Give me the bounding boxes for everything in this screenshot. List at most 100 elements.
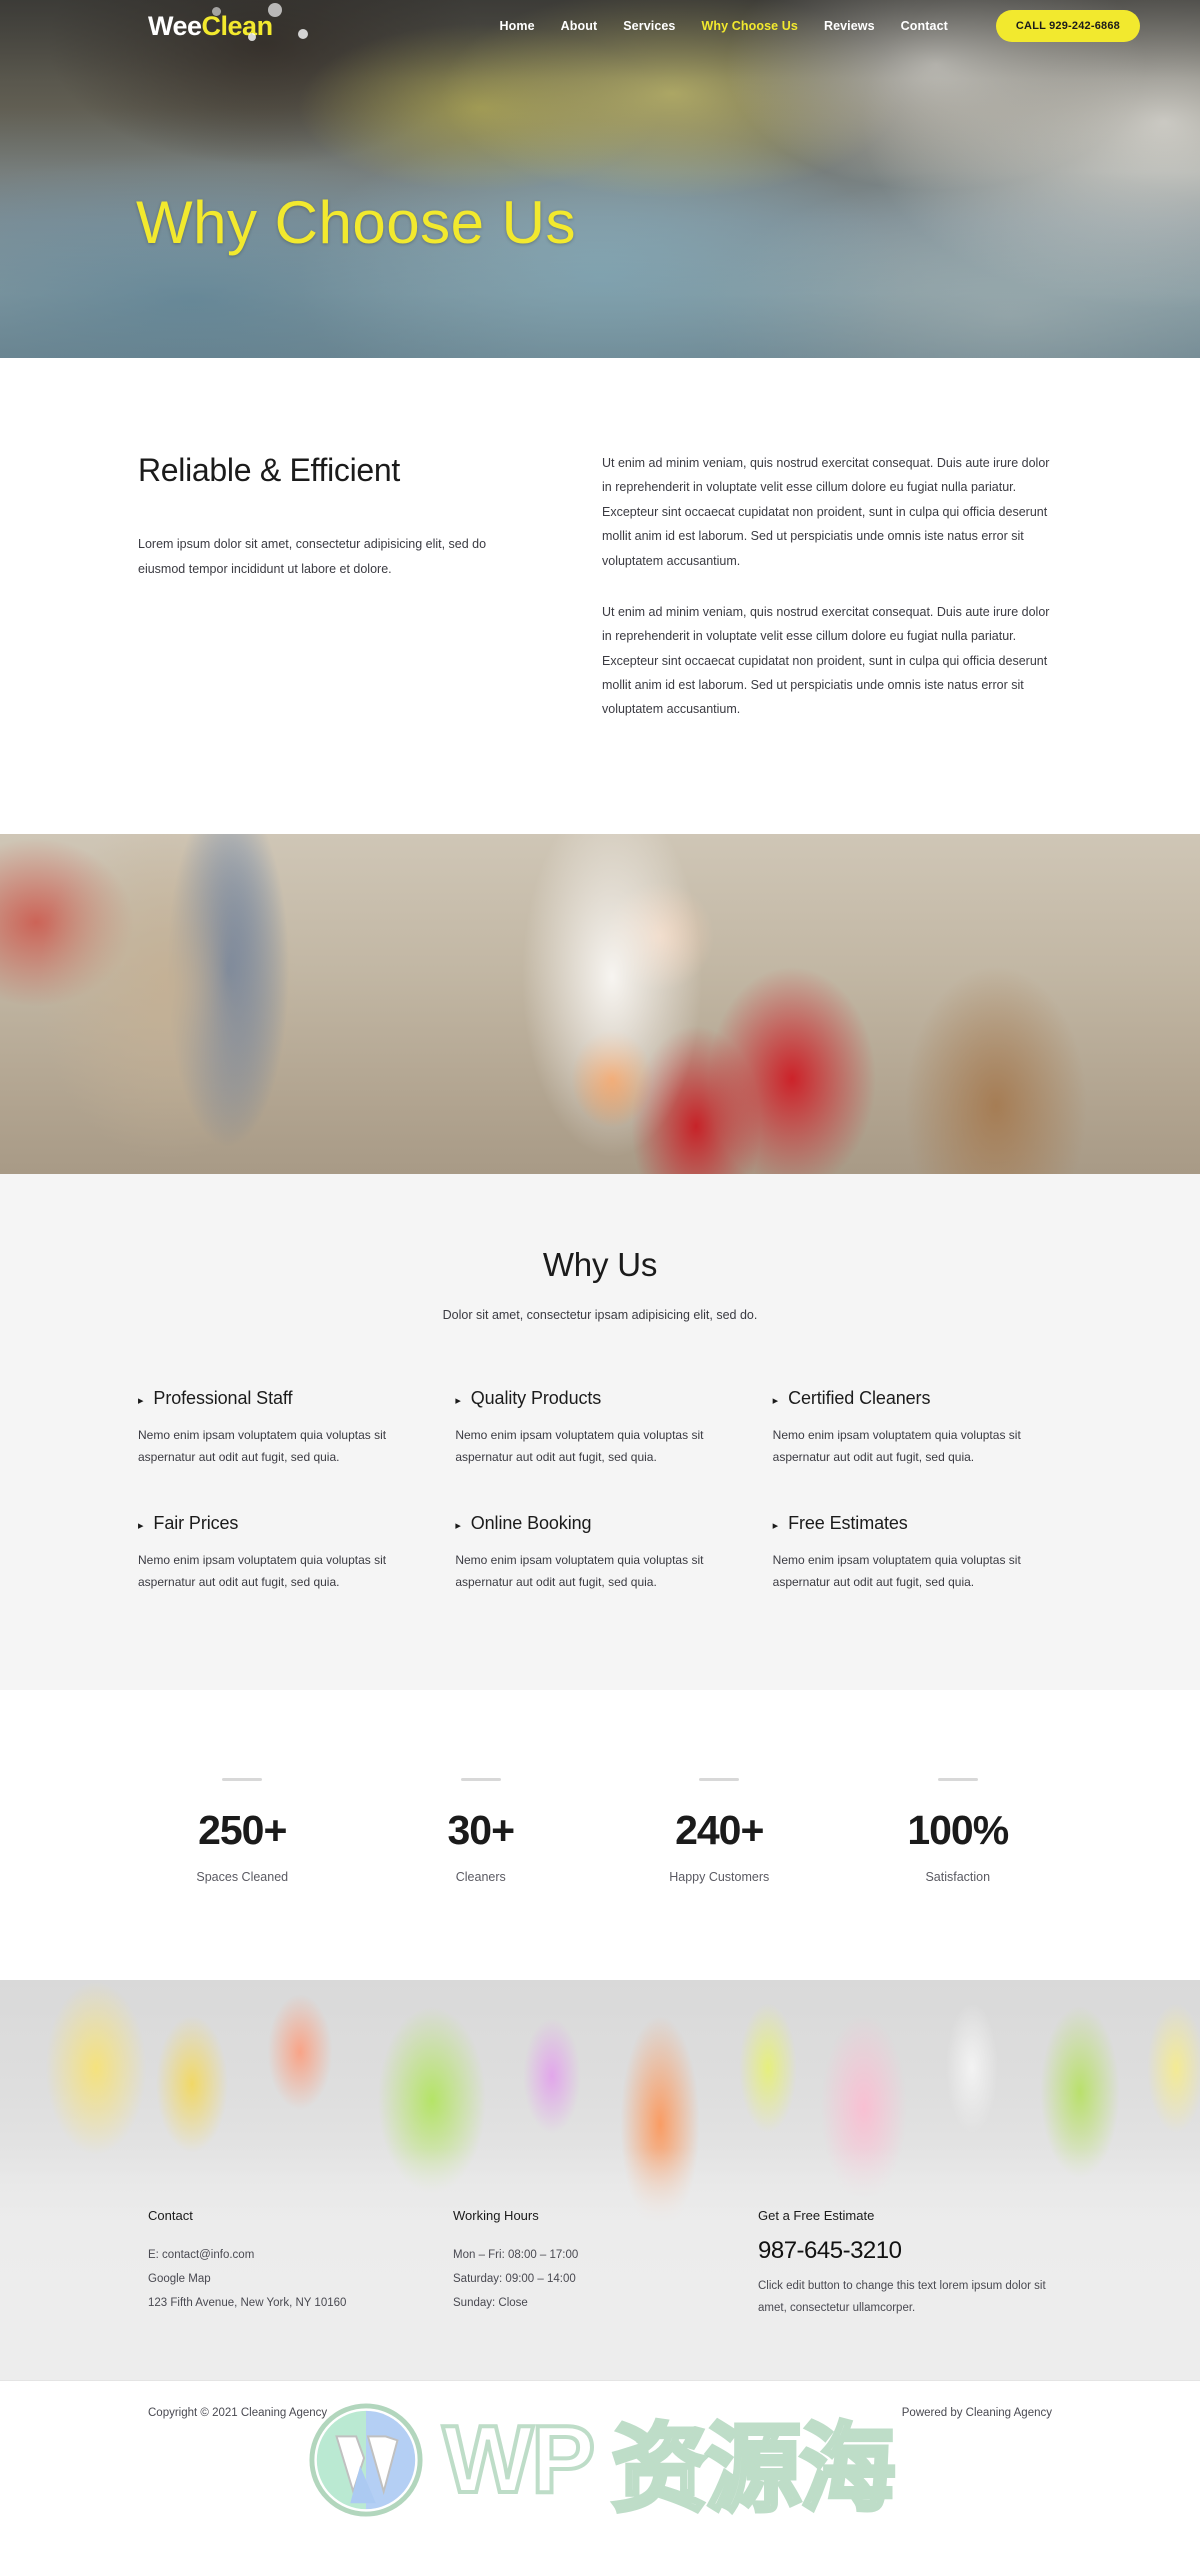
feature-title: Fair Prices [153,1513,239,1534]
call-phone-button[interactable]: CALL 929-242-6868 [995,10,1140,42]
feature-heading: ▸ Fair Prices [138,1513,388,1534]
caret-right-icon: ▸ [138,1394,144,1407]
hero-section: WeeClean Home About Services Why Choose … [0,0,1200,358]
feature-item: ▸ Online Booking Nemo enim ipsam volupta… [455,1513,705,1593]
worker-photo [0,833,1200,1174]
stat-divider [937,1777,978,1781]
feature-title: Online Booking [470,1513,592,1534]
hero-background-image [0,0,1200,358]
footer-background-image [0,1979,1200,2380]
nav-item-why-choose-us[interactable]: Why Choose Us [701,19,797,33]
nav-item-home[interactable]: Home [500,19,535,33]
stat-value: 100% [907,1806,1009,1853]
why-us-heading: Why Us [542,1245,658,1283]
footer-address: 123 Fifth Avenue, New York, NY 10160 [148,2296,347,2309]
footer-hours-sunday: Sunday: Close [453,2296,528,2309]
stat-value: 250+ [198,1806,287,1853]
why-us-subheading: Dolor sit amet, consectetur ipsam adipis… [442,1307,758,1322]
stat-label: Cleaners [455,1869,506,1884]
nav-item-contact[interactable]: Contact [901,19,948,33]
feature-text: Nemo enim ipsam voluptatem quia voluptas… [138,1553,387,1590]
intro-paragraph-2: Ut enim ad minim veniam, quis nostrud ex… [602,604,1050,717]
nav-links: Home About Services Why Choose Us Review… [500,10,1140,42]
footer-contact-column: Contact E: contact@info.com Google Map 1… [148,2208,453,2320]
footer-contact-body: E: contact@info.com Google Map 123 Fifth… [148,2243,453,2315]
feature-text: Nemo enim ipsam voluptatem quia voluptas… [138,1427,387,1464]
footer-estimate-note: Click edit button to change this text lo… [758,2279,1046,2314]
feature-title: Quality Products [470,1387,602,1408]
feature-heading: ▸ Certified Cleaners [773,1388,1023,1409]
copyright-bar: Copyright © 2021 Cleaning Agency Powered… [0,2379,1200,2447]
caret-right-icon: ▸ [138,1520,144,1533]
powered-by-text: Powered by Cleaning Agency [901,2406,1052,2419]
copyright-text: Copyright © 2021 Cleaning Agency [148,2406,328,2419]
feature-heading: ▸ Free Estimates [773,1513,1023,1534]
stats-section: 250+ Spaces Cleaned 30+ Cleaners 240+ Ha… [123,1689,1077,1980]
caret-right-icon: ▸ [455,1394,461,1407]
site-logo[interactable]: WeeClean [148,2,308,42]
footer-hours-weekday: Mon – Fri: 08:00 – 17:00 [453,2248,579,2261]
stat-divider [222,1777,263,1781]
feature-text: Nemo enim ipsam voluptatem quia voluptas… [455,1553,704,1590]
logo-bubble-icon [298,28,308,39]
footer-phone-number[interactable]: 987-645-3210 [758,2237,1088,2265]
footer-hours-saturday: Saturday: 09:00 – 14:00 [453,2272,576,2285]
stat-item: 30+ Cleaners [362,1777,601,1884]
caret-right-icon: ▸ [772,1394,779,1407]
caret-right-icon: ▸ [772,1520,779,1533]
feature-item: ▸ Quality Products Nemo enim ipsam volup… [455,1388,705,1468]
main-navigation: WeeClean Home About Services Why Choose … [0,0,1200,52]
intro-right-column: Ut enim ad minim veniam, quis nostrud ex… [602,451,1062,722]
feature-text: Nemo enim ipsam voluptatem quia voluptas… [772,1553,1021,1590]
feature-item: ▸ Free Estimates Nemo enim ipsam volupta… [773,1513,1023,1593]
footer-email[interactable]: E: contact@info.com [148,2243,453,2267]
footer-estimate-heading: Get a Free Estimate [758,2207,875,2223]
stat-value: 30+ [447,1806,515,1853]
footer-contact-heading: Contact [148,2207,193,2223]
feature-title: Free Estimates [788,1513,908,1534]
nav-item-reviews[interactable]: Reviews [824,19,875,33]
stat-label: Satisfaction [925,1869,991,1884]
caret-right-icon: ▸ [455,1520,461,1533]
feature-title: Professional Staff [153,1387,293,1408]
stat-label: Spaces Cleaned [196,1869,289,1884]
feature-heading: ▸ Quality Products [455,1388,705,1409]
banner-image-section [0,833,1200,1174]
footer-estimate-column: Get a Free Estimate 987-645-3210 Click e… [758,2208,1088,2320]
intro-section: Reliable & Efficient Lorem ipsum dolor s… [0,358,1200,722]
feature-text: Nemo enim ipsam voluptatem quia voluptas… [772,1427,1021,1464]
footer-columns: Contact E: contact@info.com Google Map 1… [0,2208,1200,2320]
stat-label: Happy Customers [669,1869,770,1884]
why-us-section: Why Us Dolor sit amet, consectetur ipsam… [0,1173,1200,1690]
page-root: WeeClean Home About Services Why Choose … [0,0,1200,2525]
feature-grid: ▸ Professional Staff Nemo enim ipsam vol… [138,1388,1062,1594]
stat-value: 240+ [675,1806,764,1853]
logo-text-primary: Wee [148,10,202,41]
intro-left-column: Reliable & Efficient Lorem ipsum dolor s… [138,451,558,722]
footer-hours-body: Mon – Fri: 08:00 – 17:00 Saturday: 09:00… [453,2243,758,2315]
footer-hours-heading: Working Hours [453,2207,539,2223]
page-title: Why Choose Us [136,189,576,256]
logo-text-accent: Clean [201,10,274,41]
feature-text: Nemo enim ipsam voluptatem quia voluptas… [455,1427,704,1464]
stat-divider [699,1777,740,1781]
nav-item-about[interactable]: About [561,19,598,33]
intro-paragraph-1: Ut enim ad minim veniam, quis nostrud ex… [602,456,1050,568]
feature-heading: ▸ Professional Staff [138,1388,388,1409]
logo-bubble-icon [212,6,221,16]
feature-title: Certified Cleaners [788,1387,931,1408]
stat-divider [460,1777,501,1781]
logo-bubble-icon [268,2,282,17]
feature-heading: ▸ Online Booking [455,1513,705,1534]
feature-item: ▸ Professional Staff Nemo enim ipsam vol… [138,1388,388,1468]
stat-item: 250+ Spaces Cleaned [123,1777,362,1884]
footer-google-map-link[interactable]: Google Map [148,2267,453,2291]
feature-item: ▸ Certified Cleaners Nemo enim ipsam vol… [773,1388,1023,1468]
intro-subtext: Lorem ipsum dolor sit amet, consectetur … [138,537,487,576]
footer-section: Contact E: contact@info.com Google Map 1… [0,1979,1200,2380]
feature-item: ▸ Fair Prices Nemo enim ipsam voluptatem… [138,1513,388,1593]
nav-item-services[interactable]: Services [623,19,675,33]
intro-heading: Reliable & Efficient [138,452,401,488]
stat-item: 240+ Happy Customers [600,1777,839,1884]
logo-bubble-icon [248,32,256,41]
